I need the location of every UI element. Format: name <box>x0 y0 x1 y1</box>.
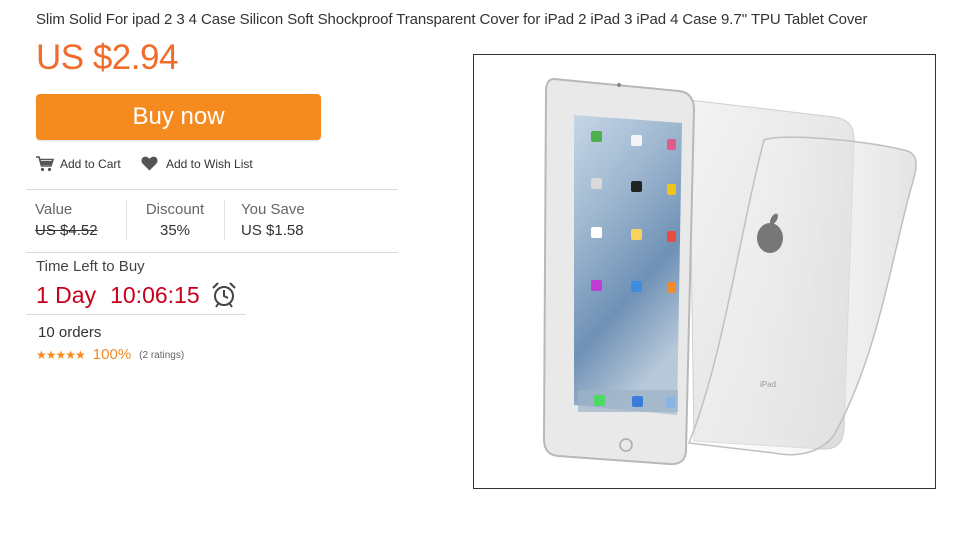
heart-icon <box>141 156 158 171</box>
countdown-timer: 1 Day 10:06:15 <box>36 281 238 309</box>
product-image[interactable]: iPad <box>473 54 936 489</box>
countdown-days: 1 Day <box>36 281 97 308</box>
discount-column: Discount 35% <box>145 201 205 239</box>
you-save-label: You Save <box>241 201 305 218</box>
original-price: US $4.52 <box>35 222 98 239</box>
star-rating-icon: ★★★★★ <box>36 347 86 362</box>
column-separator <box>224 200 225 240</box>
product-title: Slim Solid For ipad 2 3 4 Case Silicon S… <box>36 11 868 28</box>
product-price: US $2.94 <box>36 38 178 77</box>
order-count: 10 orders <box>38 324 102 341</box>
you-save-column: You Save US $1.58 <box>241 201 305 239</box>
discount-value: 35% <box>159 222 191 239</box>
you-save-value: US $1.58 <box>241 222 304 239</box>
value-label: Value <box>35 201 73 218</box>
discount-label: Discount <box>145 201 205 218</box>
divider <box>26 314 246 315</box>
add-to-cart-label: Add to Cart <box>60 157 121 171</box>
alarm-clock-icon <box>211 282 236 308</box>
rating-count[interactable]: (2 ratings) <box>139 350 184 361</box>
rating-percent: 100% <box>92 346 132 363</box>
add-to-cart-link[interactable]: Add to Cart <box>36 156 121 172</box>
column-separator <box>126 200 127 240</box>
add-to-wishlist-label: Add to Wish List <box>166 156 253 171</box>
cart-icon <box>36 156 54 172</box>
value-column: Value US $4.52 <box>35 201 98 239</box>
add-to-wishlist-link[interactable]: Add to Wish List <box>141 156 253 171</box>
countdown-time: 10:06:15 <box>110 281 200 308</box>
time-left-label: Time Left to Buy <box>36 258 145 275</box>
ipad-back-text: iPad <box>760 380 776 389</box>
buy-now-button[interactable]: Buy now <box>36 94 321 140</box>
divider <box>26 189 398 190</box>
divider <box>26 252 398 253</box>
ipad-case-illustration: iPad <box>542 77 917 466</box>
rating: ★★★★★ 100% (2 ratings) <box>36 346 184 363</box>
